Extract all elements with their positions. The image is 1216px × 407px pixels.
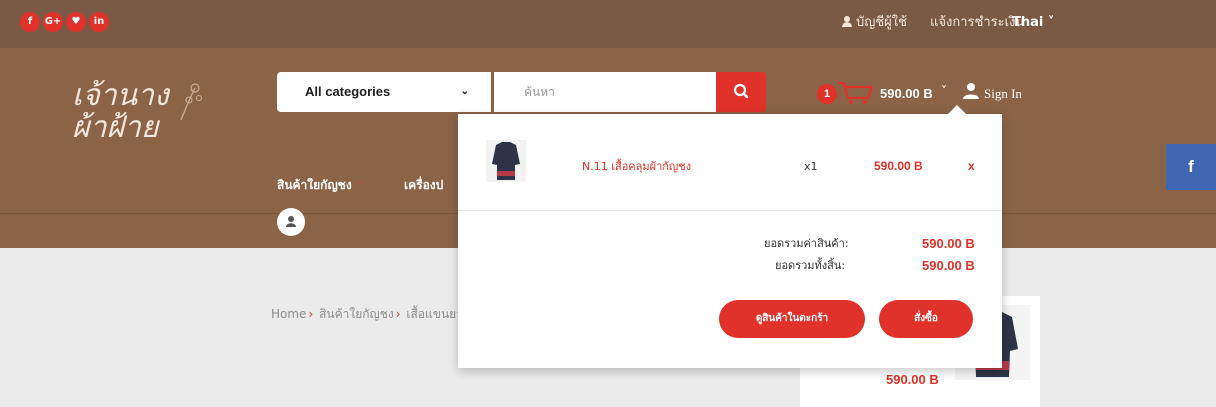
- google-plus-icon[interactable]: G+: [43, 12, 63, 32]
- cart-total[interactable]: 590.00 B: [880, 84, 933, 104]
- cart-item-quantity: x1: [804, 160, 818, 173]
- breadcrumb-home[interactable]: Home: [271, 307, 306, 321]
- search-button[interactable]: [716, 72, 766, 112]
- user-icon[interactable]: [962, 82, 980, 100]
- account-button[interactable]: [277, 208, 305, 236]
- divider: [458, 210, 1002, 211]
- cart-item-image[interactable]: [486, 140, 526, 182]
- breadcrumb-separator: ›: [308, 307, 314, 321]
- nav-item-accessories[interactable]: เครื่องป: [404, 176, 443, 194]
- category-select[interactable]: All categories ⌄: [277, 72, 491, 112]
- account-label: บัญชีผู้ใช้: [856, 15, 907, 30]
- subtotal-value: 590.00 B: [922, 236, 975, 251]
- checkout-button[interactable]: สั่งซื้อ: [879, 300, 973, 338]
- breadcrumb-separator: ›: [395, 307, 401, 321]
- linkedin-icon[interactable]: in: [89, 12, 109, 32]
- remove-item-button[interactable]: x: [968, 159, 975, 173]
- nav-item-label: สินค้าใยกัญชง: [277, 178, 352, 192]
- chevron-down-icon: ˅: [357, 181, 363, 192]
- cart-item-name[interactable]: N.11 เสื้อคลุมผ้ากัญชง: [582, 160, 691, 174]
- subtotal-label: ยอดรวมค่าสินค้า:: [764, 237, 849, 250]
- search-input[interactable]: [494, 72, 716, 112]
- user-icon: [842, 16, 852, 27]
- view-cart-button[interactable]: ดูสินค้าในตะกร้า: [719, 300, 865, 338]
- cart-item-price: 590.00 B: [874, 159, 923, 173]
- breadcrumb-category[interactable]: สินค้าใยกัญชง: [319, 307, 394, 321]
- language-selector[interactable]: Thai ˅: [1012, 14, 1054, 32]
- cart-dropdown: N.11 เสื้อคลุมผ้ากัญชง x1 590.00 B x ยอด…: [458, 105, 1002, 368]
- chevron-down-icon[interactable]: ˅: [941, 84, 947, 98]
- breadcrumb-current: เสื้อแขนยา: [406, 307, 463, 321]
- total-value: 590.00 B: [922, 258, 975, 273]
- nav-item-hemp-products[interactable]: สินค้าใยกัญชง ˅: [277, 176, 363, 196]
- user-icon: [286, 216, 296, 227]
- total-label: ยอดรวมทั้งสิ้น:: [775, 259, 846, 272]
- cart-count-badge: 1: [817, 84, 837, 104]
- cart-icon[interactable]: [836, 80, 876, 106]
- account-link[interactable]: บัญชีผู้ใช้: [842, 14, 907, 32]
- product-price: 590.00 B: [886, 372, 939, 387]
- facebook-icon[interactable]: f: [20, 12, 40, 32]
- chevron-down-icon: ⌄: [460, 86, 469, 97]
- sign-in-link[interactable]: Sign In: [984, 84, 1022, 104]
- flower-icon: [180, 83, 203, 121]
- top-bar: f G+ ♥ in บัญชีผู้ใช้ แจ้งการชำระเงิน Th…: [0, 0, 1216, 48]
- twitter-icon[interactable]: ♥: [66, 12, 86, 32]
- payment-notify-link[interactable]: แจ้งการชำระเงิน: [930, 14, 1024, 32]
- facebook-side-button[interactable]: f: [1166, 144, 1216, 190]
- category-label: All categories: [305, 84, 391, 99]
- breadcrumb: Home › สินค้าใยกัญชง › เสื้อแขนยา: [271, 306, 463, 322]
- search-icon: [733, 83, 749, 99]
